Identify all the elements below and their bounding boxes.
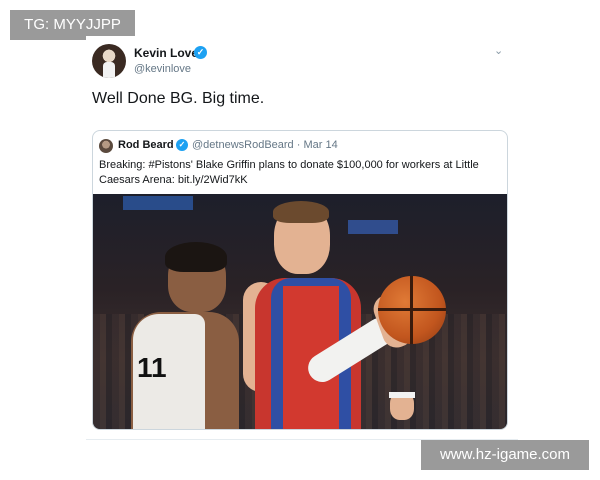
arena-light xyxy=(348,220,398,234)
quoted-verified-badge-icon: ✓ xyxy=(176,139,188,151)
chevron-down-icon[interactable]: ⌄ xyxy=(494,44,503,57)
basketball xyxy=(378,276,446,344)
background-player-headband xyxy=(389,392,415,398)
quoted-author-handle-date: @detnewsRodBeard · Mar 14 xyxy=(192,139,338,151)
quoted-tweet[interactable]: Rod Beard ✓ @detnewsRodBeard · Mar 14 Br… xyxy=(92,130,508,430)
quoted-tweet-photo[interactable]: 11 xyxy=(93,194,507,429)
tweet-card: Kevin Love ✓ @kevinlove ⌄ Well Done BG. … xyxy=(86,36,518,440)
watermark-bottom-right: www.hz-igame.com xyxy=(421,440,589,470)
arena-light xyxy=(123,196,193,210)
verified-badge-icon: ✓ xyxy=(194,46,207,59)
quoted-author-avatar xyxy=(99,139,113,153)
quoted-author-name: Rod Beard xyxy=(118,139,174,151)
quoted-tweet-text: Breaking: #Pistons' Blake Griffin plans … xyxy=(99,159,479,186)
author-avatar[interactable] xyxy=(92,44,126,78)
player-left-hair xyxy=(165,242,227,272)
author-handle[interactable]: @kevinlove xyxy=(134,63,191,75)
author-name[interactable]: Kevin Love xyxy=(134,46,198,60)
player-right-hair xyxy=(273,201,329,223)
tweet-text: Well Done BG. Big time. xyxy=(92,90,265,107)
player-left-jersey-number: 11 xyxy=(137,352,167,383)
